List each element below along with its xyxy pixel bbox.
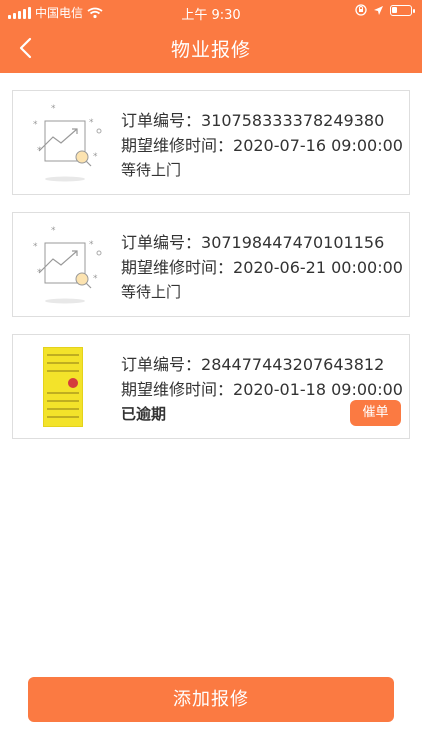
repair-time: 2020-07-16 09:00:00 (233, 136, 403, 155)
header: 中国电信 上午 9:30 物业报修 (0, 0, 422, 73)
repair-time-line: 期望维修时间：2020-07-16 09:00:00 (121, 132, 403, 156)
location-icon (374, 5, 383, 15)
svg-text:*: * (51, 104, 56, 114)
order-number: 307198447470101156 (201, 233, 385, 252)
repair-time-line: 期望维修时间：2020-06-21 00:00:00 (121, 254, 403, 278)
order-number-line: 订单编号：310758333378249380 (121, 107, 384, 131)
svg-text:*: * (51, 226, 56, 236)
battery-icon (390, 4, 415, 16)
order-number: 310758333378249380 (201, 111, 385, 130)
nav-bar: 物业报修 (0, 24, 422, 73)
svg-text:*: * (93, 152, 98, 162)
status-right (355, 4, 415, 16)
urge-order-button[interactable]: 催单 (350, 400, 401, 426)
order-card[interactable]: * * * * * 订单编号：307198447470101156 期望维修时间… (12, 212, 410, 317)
order-status: 等待上门 (121, 161, 182, 179)
order-number-label: 订单编号： (121, 355, 202, 374)
repair-time-label: 期望维修时间： (121, 136, 234, 155)
add-repair-button[interactable]: 添加报修 (28, 677, 394, 722)
page-title: 物业报修 (170, 39, 251, 61)
order-card[interactable]: * * * * * 订单编号：310758333378249380 期望维修时间… (12, 90, 410, 195)
order-number-line: 订单编号：307198447470101156 (121, 229, 384, 253)
order-photo (43, 347, 83, 427)
svg-text:*: * (89, 118, 94, 128)
repair-time-label: 期望维修时间： (121, 380, 234, 399)
order-number-line: 订单编号：284477443207643812 (121, 351, 384, 375)
repair-time-line: 期望维修时间：2020-01-18 09:00:00 (121, 376, 403, 400)
lock-rotation-icon (355, 4, 367, 16)
svg-text:*: * (93, 274, 98, 284)
placeholder-chart-icon: * * * * * (33, 104, 102, 182)
app: 中国电信 上午 9:30 物业报修 * * * * * 订单编号：3107583… (0, 0, 422, 750)
svg-text:*: * (89, 240, 94, 250)
svg-text:*: * (33, 242, 38, 252)
repair-time: 2020-06-21 00:00:00 (233, 258, 403, 277)
order-number-label: 订单编号： (121, 233, 202, 252)
order-number: 284477443207643812 (201, 355, 385, 374)
repair-time: 2020-01-18 09:00:00 (233, 380, 403, 399)
order-number-label: 订单编号： (121, 111, 202, 130)
order-status: 已逾期 (121, 405, 167, 423)
order-card[interactable]: 订单编号：284477443207643812 期望维修时间：2020-01-1… (12, 334, 410, 439)
repair-time-label: 期望维修时间： (121, 258, 234, 277)
placeholder-chart-icon: * * * * * (33, 226, 102, 304)
svg-text:*: * (33, 120, 38, 130)
status-bar: 中国电信 上午 9:30 (0, 0, 422, 24)
order-status: 等待上门 (121, 283, 182, 301)
